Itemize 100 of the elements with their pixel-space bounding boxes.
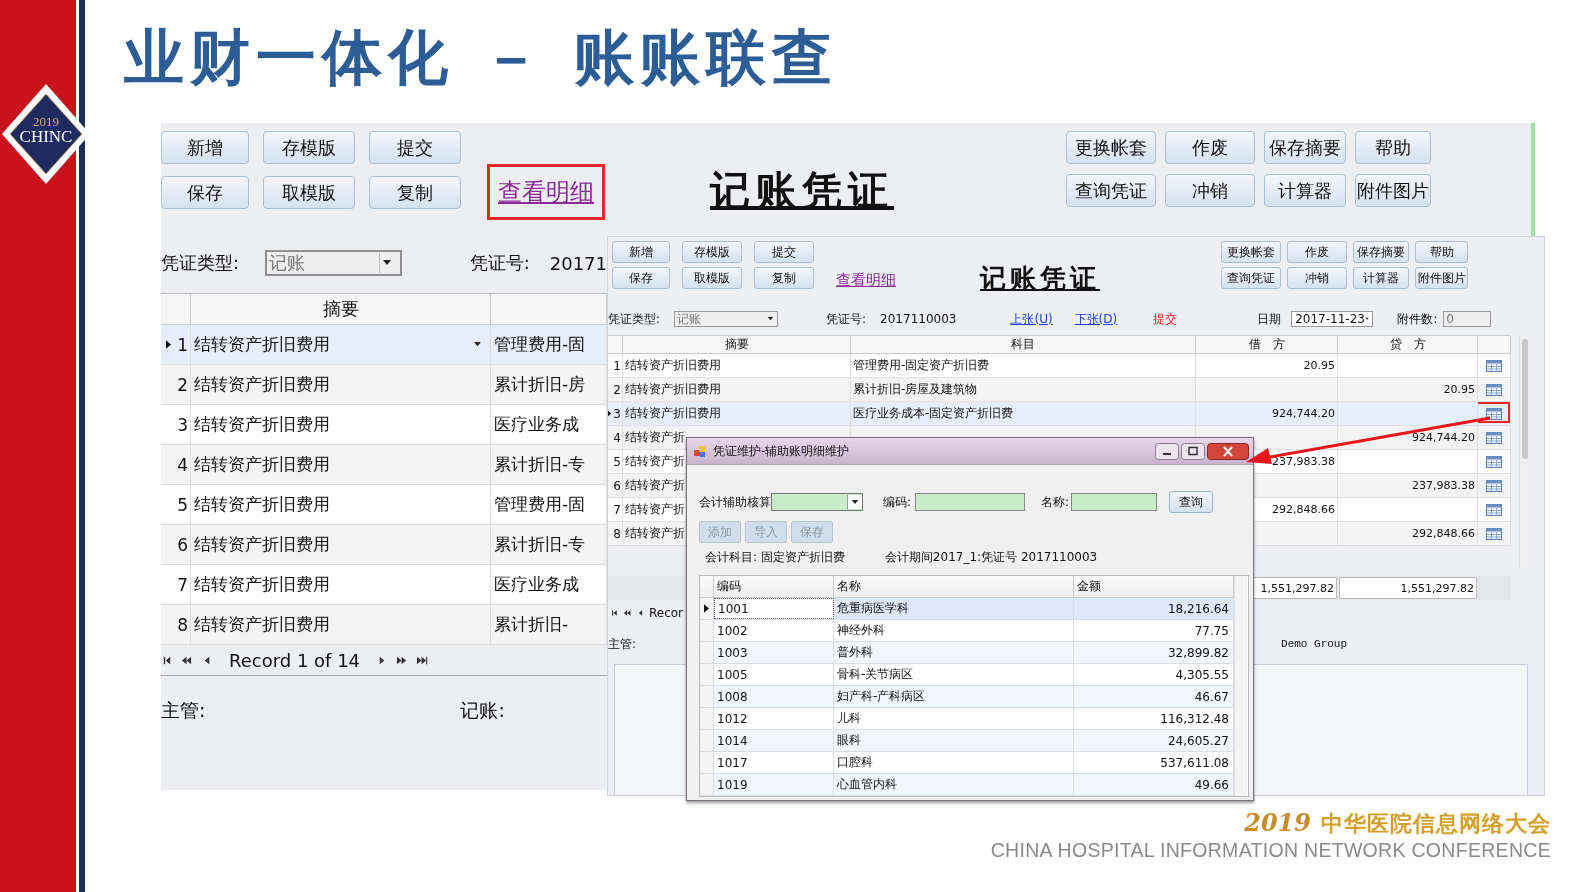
toolbar-button[interactable]: 更换帐套 xyxy=(1066,131,1156,164)
table-row[interactable]: 1003 普外科 32,899.82 xyxy=(700,642,1234,664)
table-row[interactable]: 1 结转资产折旧费用 管理费用-固定资产折旧费 20.95 xyxy=(608,354,1511,378)
toolbar-button[interactable]: 帮助 xyxy=(1355,131,1431,164)
toolbar-button[interactable]: 帮助 xyxy=(1415,241,1468,263)
voucher-type-dropdown[interactable]: 记账 xyxy=(674,311,779,327)
table-icon[interactable] xyxy=(1486,455,1502,468)
toolbar-button[interactable]: 提交 xyxy=(754,241,814,263)
table-row[interactable]: 1019 心血管内科 49.66 xyxy=(700,774,1234,796)
table-row[interactable]: 1002 神经外科 77.75 xyxy=(700,620,1234,642)
table-row[interactable]: 4 结转资产折旧费用 累计折旧-专 xyxy=(161,445,607,485)
first-record-button[interactable] xyxy=(610,609,619,617)
table-row[interactable]: 6 结转资产折旧费用 累计折旧-专 xyxy=(161,525,607,565)
table-row[interactable]: 3 结转资产折旧费用 医疗业务成 xyxy=(161,405,607,445)
dropdown-caret-icon xyxy=(382,260,393,266)
previous-page-button[interactable] xyxy=(181,654,193,666)
next-link[interactable]: 下张(D) xyxy=(1074,310,1118,328)
row-number: 3 xyxy=(613,406,621,421)
table-icon[interactable] xyxy=(1486,527,1502,540)
last-record-button[interactable] xyxy=(416,654,429,666)
previous-page-button[interactable] xyxy=(623,609,632,617)
toolbar-button[interactable]: 附件图片 xyxy=(1355,174,1431,207)
first-record-button[interactable] xyxy=(161,654,173,666)
table-row[interactable]: 5 结转资产折旧费用 管理费用-固 xyxy=(161,485,607,525)
table-cell: 18,216.64 xyxy=(1167,601,1229,616)
table-row[interactable]: 1005 骨科-关节病区 4,305.55 xyxy=(700,664,1234,686)
column-header: 贷 方 xyxy=(1338,336,1478,353)
toolbar-button[interactable]: 附件图片 xyxy=(1415,267,1468,289)
table-icon[interactable] xyxy=(1486,359,1502,372)
table-row[interactable]: 7 结转资产折旧费用 医疗业务成 xyxy=(161,565,607,605)
table-row[interactable]: 1008 妇产科-产科病区 46.67 xyxy=(700,686,1234,708)
attachments-field[interactable]: 0 xyxy=(1443,311,1492,327)
toolbar-button[interactable]: 取模版 xyxy=(263,176,355,209)
table-cell: 结转资产折 xyxy=(625,477,685,494)
table-icon[interactable] xyxy=(1486,407,1502,420)
category-dropdown[interactable] xyxy=(771,493,863,511)
table-row[interactable]: 1017 口腔科 537,611.08 xyxy=(700,752,1234,774)
toolbar-button[interactable]: 存模版 xyxy=(263,131,355,164)
toolbar-button[interactable]: 保存摘要 xyxy=(1353,241,1409,263)
scrollbar[interactable] xyxy=(1234,576,1247,796)
table-row[interactable]: 2 结转资产折旧费用 累计折旧-房 xyxy=(161,365,607,405)
table-cell: 管理费用-固定资产折旧费 xyxy=(853,357,990,374)
table-row[interactable]: 8 结转资产折旧费用 累计折旧- xyxy=(161,605,607,645)
record-counter: Recor xyxy=(649,606,684,620)
toolbar-button[interactable]: 保存 xyxy=(161,176,249,209)
toolbar-button[interactable]: 保存摘要 xyxy=(1264,131,1346,164)
query-button[interactable]: 查询 xyxy=(1169,491,1214,513)
table-icon[interactable] xyxy=(1486,503,1502,516)
row-number: 8 xyxy=(177,614,188,635)
toolbar-button[interactable]: 存模版 xyxy=(682,241,742,263)
toolbar-button[interactable]: 作废 xyxy=(1287,241,1347,263)
maximize-button[interactable] xyxy=(1181,442,1205,460)
toolbar-button[interactable]: 计算器 xyxy=(1353,267,1409,289)
table-cell: 237,983.38 xyxy=(1272,455,1335,468)
table-cell: 普外科 xyxy=(837,644,873,661)
minimize-button[interactable] xyxy=(1155,442,1179,460)
toolbar-button[interactable]: 提交 xyxy=(369,131,461,164)
toolbar-button[interactable]: 更换帐套 xyxy=(1221,241,1281,263)
table-row[interactable]: 3 结转资产折旧费用 医疗业务成本-固定资产折旧费 924,744.20 xyxy=(608,402,1511,426)
table-cell: 292,848.66 xyxy=(1412,527,1475,540)
code-field[interactable] xyxy=(915,493,1026,511)
table-icon[interactable] xyxy=(1486,431,1502,444)
status-label: 提交 xyxy=(1153,310,1178,328)
toolbar-button[interactable]: 新增 xyxy=(161,131,249,164)
voucher-type-dropdown[interactable]: 记账 xyxy=(265,250,402,276)
table-row[interactable]: 1001 危重病医学科 18,216.64 xyxy=(700,598,1234,620)
table-row[interactable]: 1014 眼科 24,605.27 xyxy=(700,730,1234,752)
row-pointer-icon xyxy=(166,340,172,349)
table-icon[interactable] xyxy=(1486,383,1502,396)
toolbar-button[interactable]: 冲销 xyxy=(1287,267,1347,289)
record-counter: Record 1 of 14 xyxy=(229,649,361,671)
field-label: 编码: xyxy=(883,493,912,511)
close-button[interactable] xyxy=(1207,442,1249,460)
toolbar-button[interactable]: 计算器 xyxy=(1264,174,1346,207)
table-row[interactable]: 1 结转资产折旧费用 管理费用-固 xyxy=(161,325,607,365)
detail-link[interactable]: 查看明细 xyxy=(498,176,594,208)
table-icon[interactable] xyxy=(1486,479,1502,492)
table-cell: 1017 xyxy=(717,755,748,770)
toolbar-button[interactable]: 复制 xyxy=(754,267,814,289)
detail-link[interactable]: 查看明细 xyxy=(836,271,896,291)
name-field[interactable] xyxy=(1071,493,1158,511)
table-row[interactable]: 2 结转资产折旧费用 累计折旧-房屋及建筑物 20.95 xyxy=(608,378,1511,402)
toolbar-button[interactable]: 查询凭证 xyxy=(1221,267,1281,289)
table-row[interactable]: 1012 儿科 116,312.48 xyxy=(700,708,1234,730)
previous-link[interactable]: 上张(U) xyxy=(1010,310,1053,328)
row-pointer-icon xyxy=(608,410,612,417)
toolbar-button[interactable]: 作废 xyxy=(1165,131,1255,164)
previous-record-button[interactable] xyxy=(636,609,645,617)
table-cell: 结转资产折旧费用 xyxy=(194,613,330,636)
dropdown-caret-icon xyxy=(473,342,482,347)
footer-year: 2019 xyxy=(1244,808,1311,837)
toolbar-button[interactable]: 新增 xyxy=(612,241,670,263)
toolbar-button[interactable]: 复制 xyxy=(369,176,461,209)
next-page-button[interactable] xyxy=(396,654,409,666)
toolbar-button[interactable]: 冲销 xyxy=(1165,174,1255,207)
toolbar-button[interactable]: 保存 xyxy=(612,267,670,289)
toolbar-button[interactable]: 取模版 xyxy=(682,267,742,289)
table-cell: 1008 xyxy=(717,689,748,704)
toolbar-button[interactable]: 查询凭证 xyxy=(1066,174,1156,207)
date-field[interactable]: 2017-11-23 xyxy=(1291,311,1374,327)
